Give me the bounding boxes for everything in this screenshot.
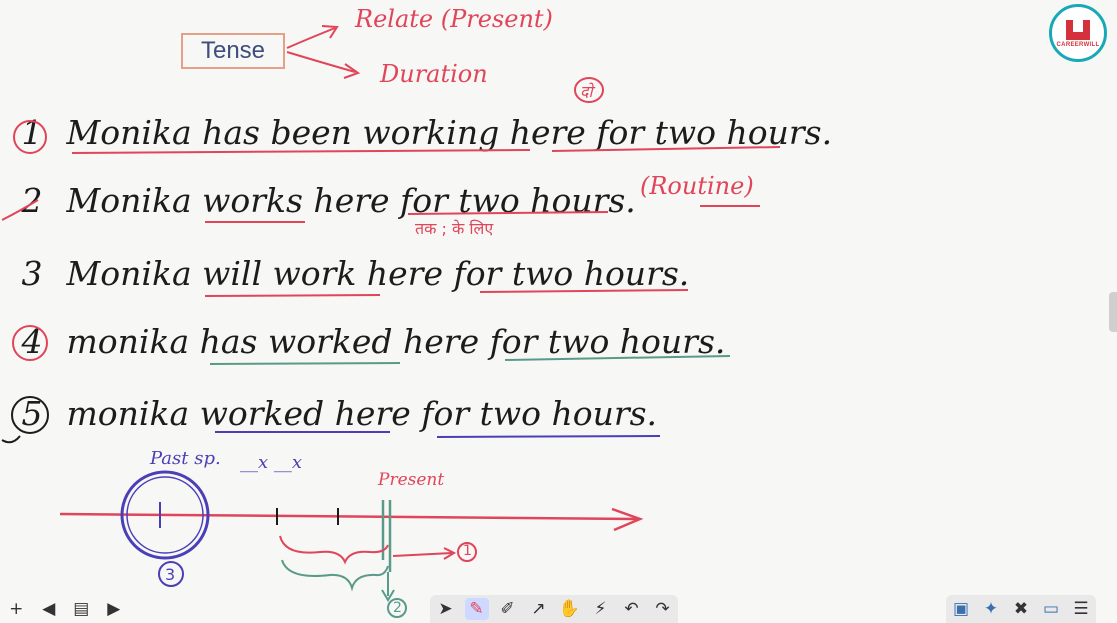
- tools-icon: ✖: [1013, 599, 1029, 619]
- sentence-text: monika has worked here for two hours.: [66, 322, 726, 361]
- branch-2-number: 2: [393, 600, 402, 616]
- sentence-number: 3: [21, 254, 43, 293]
- highlighter-tool-button[interactable]: ✐: [496, 598, 520, 620]
- duration-label: Duration: [380, 60, 488, 88]
- page-button[interactable]: ▤: [69, 598, 93, 620]
- underline-s3-a: [204, 294, 381, 297]
- sentence-text: Monika works here for two hours.: [66, 181, 636, 220]
- underline-s4-a: [209, 362, 401, 365]
- past-simple-label: Past sp.: [150, 448, 221, 469]
- branch-2-head: [381, 589, 395, 602]
- hand-tool-button[interactable]: ✋: [558, 598, 582, 620]
- hand-tool-icon: ✋: [558, 599, 581, 619]
- tools-button[interactable]: ✖: [1009, 598, 1033, 620]
- shapes-icon: ✦: [983, 599, 999, 619]
- pen-tool-button[interactable]: ✎: [464, 598, 489, 620]
- hindi-note: तक ; के लिए: [415, 219, 494, 238]
- arrow-tool-icon: ↗: [531, 599, 546, 619]
- timeline-arrowhead: [611, 507, 644, 532]
- underline-s5-b: [436, 435, 661, 438]
- logo-mark-icon: [1066, 20, 1090, 40]
- arrow-duration-head: [343, 63, 361, 79]
- sentence-text: monika worked here for two hours.: [66, 394, 658, 433]
- menu-button[interactable]: ☰: [1069, 598, 1093, 620]
- image-button[interactable]: ▣: [949, 598, 973, 620]
- highlighter-tool-icon: ✐: [500, 599, 515, 619]
- page-icon: ▤: [73, 599, 90, 619]
- add-icon: +: [9, 599, 24, 619]
- menu-icon: ☰: [1073, 599, 1089, 619]
- sentence-number: 2: [21, 181, 43, 220]
- side-panel-tab[interactable]: [1109, 292, 1117, 332]
- sentence-3: 3 Monika will work here for two hours.: [8, 254, 690, 293]
- add-page-button[interactable]: +: [4, 598, 28, 620]
- sentence-number: 5: [21, 394, 43, 433]
- shapes-button[interactable]: ✦: [979, 598, 1003, 620]
- drawing-toolbar: ➤ ✎ ✐ ↗ ✋ ⚡ ↶ ↷: [430, 595, 678, 623]
- pen-tool-icon: ✎: [469, 599, 484, 619]
- prev-page-button[interactable]: ◀: [37, 598, 61, 620]
- page-toolbar: + ◀ ▤ ▶: [0, 595, 130, 623]
- past-circle-inner: [126, 476, 204, 554]
- relate-label: Relate (Present): [355, 5, 553, 33]
- circle-number: 3: [165, 565, 176, 584]
- undo-icon: ↶: [624, 599, 639, 619]
- arrow-relate-head: [321, 25, 339, 39]
- redo-button[interactable]: ↷: [651, 598, 675, 620]
- ink-layer: [1, 25, 781, 618]
- sentence-1: 1 Monika has been working here for two h…: [8, 113, 833, 152]
- screen-icon: ▭: [1042, 599, 1060, 619]
- sentence-text: Monika has been working here for two hou…: [66, 113, 833, 152]
- prev-page-icon: ◀: [42, 599, 56, 619]
- arrow-duration: [286, 51, 356, 73]
- laser-tool-icon: ⚡: [594, 599, 607, 619]
- sentence-number: 1: [21, 113, 43, 152]
- redo-icon: ↷: [655, 599, 670, 619]
- branch-1-head: [443, 547, 457, 560]
- note-label: दो: [580, 82, 593, 101]
- branch-1-number: 1: [463, 543, 472, 559]
- sentence-5: 5 monika worked here for two hours.: [8, 394, 658, 433]
- select-tool-button[interactable]: ➤: [434, 598, 458, 620]
- sentence-4: 4 monika has worked here for two hours.: [8, 322, 726, 361]
- timeline-marks: __x __x: [240, 452, 303, 473]
- sentence-text: Monika will work here for two hours.: [66, 254, 690, 293]
- routine-tag: (Routine): [640, 172, 754, 200]
- next-page-icon: ▶: [107, 599, 121, 619]
- branch-1-arrow: [392, 552, 453, 557]
- careerwill-logo: CAREERWILL: [1049, 4, 1107, 62]
- undo-button[interactable]: ↶: [620, 598, 644, 620]
- select-tool-icon: ➤: [438, 599, 453, 619]
- whiteboard-canvas[interactable]: CAREERWILL Tense Relate (Present) Durati…: [0, 0, 1117, 621]
- arrow-tool-button[interactable]: ↗: [527, 598, 551, 620]
- next-page-button[interactable]: ▶: [102, 598, 126, 620]
- green-brace: [281, 559, 389, 592]
- timeline-axis: [59, 512, 639, 521]
- utility-toolbar: ▣ ✦ ✖ ▭ ☰: [946, 595, 1096, 623]
- past-circle: [120, 470, 210, 560]
- present-marker: [381, 500, 392, 572]
- swoosh-5: [1, 435, 21, 444]
- red-brace: [279, 535, 389, 565]
- sentence-2: 2 Monika works here for two hours.: [8, 181, 636, 220]
- arrow-relate: [286, 27, 336, 49]
- logo-word: CAREERWILL: [1056, 42, 1100, 48]
- image-icon: ▣: [952, 599, 970, 619]
- screen-button[interactable]: ▭: [1039, 598, 1063, 620]
- sentence-number: 4: [21, 322, 43, 361]
- laser-tool-button[interactable]: ⚡: [589, 598, 613, 620]
- present-label: Present: [378, 470, 445, 490]
- tense-box: Tense: [181, 33, 285, 69]
